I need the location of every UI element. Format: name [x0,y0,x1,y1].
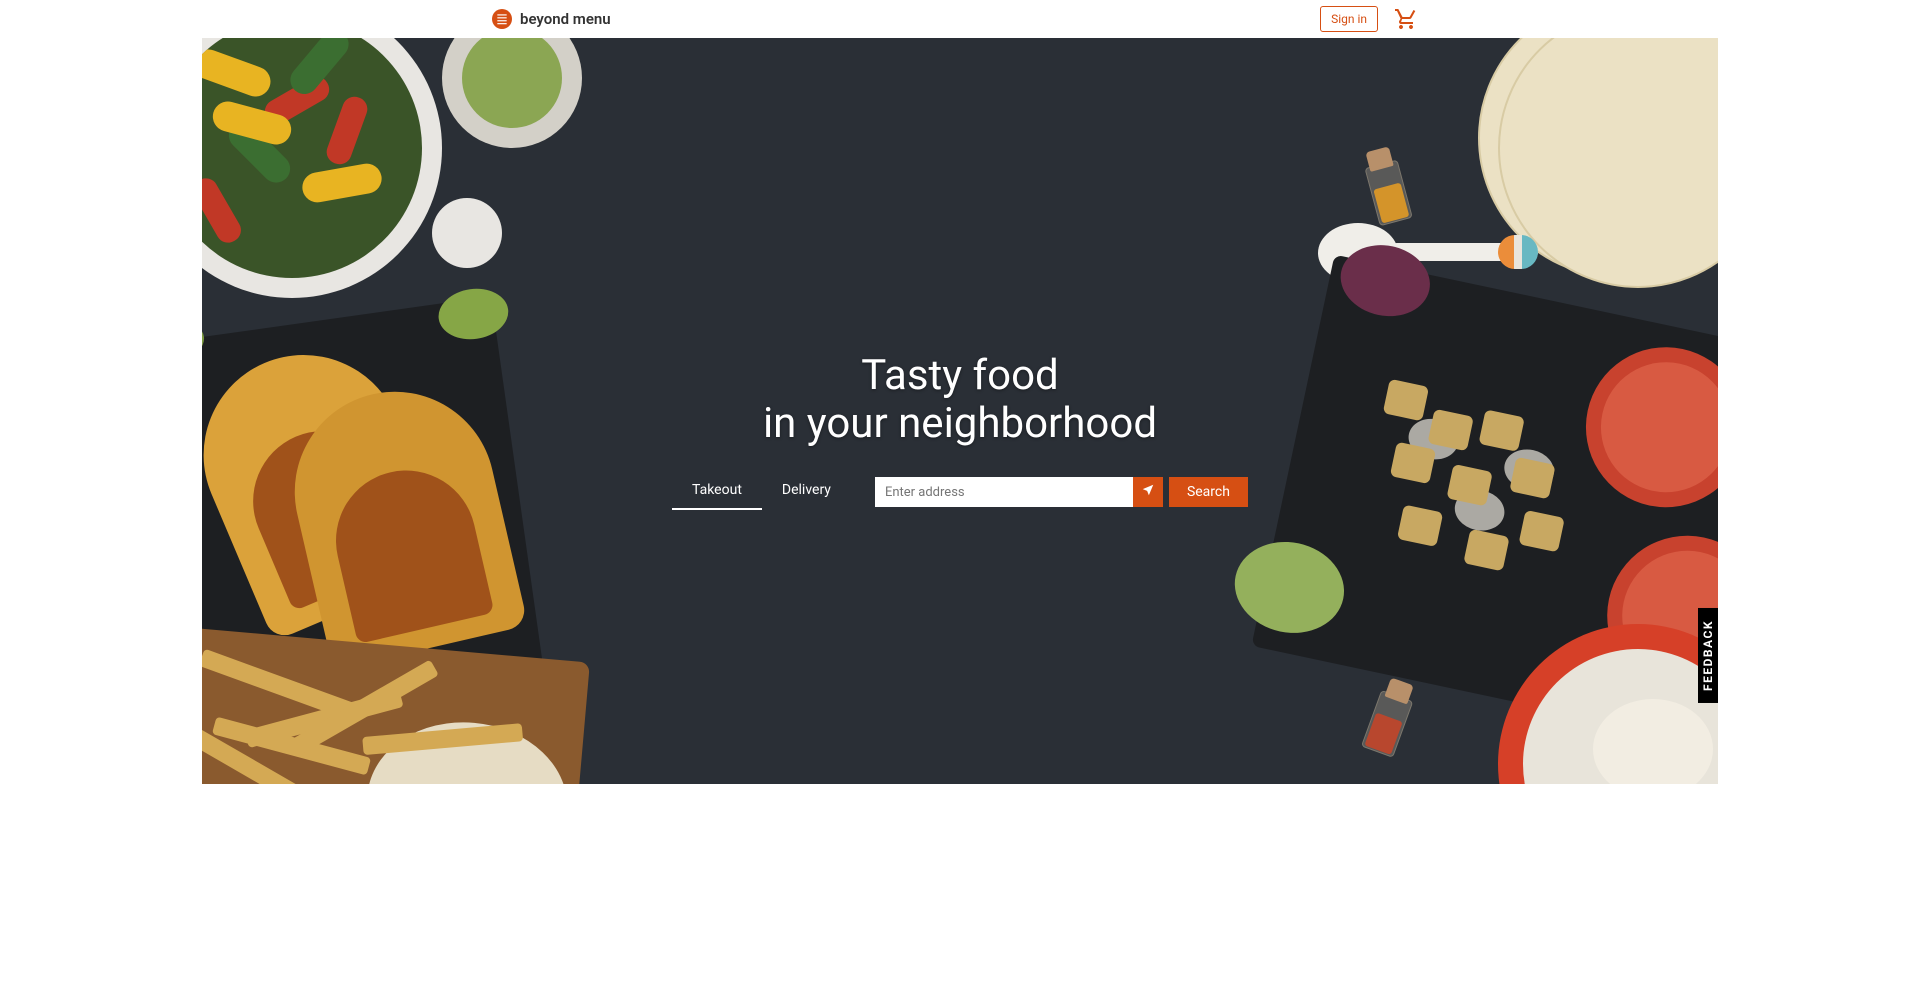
header-actions: Sign in [1320,6,1418,32]
locate-button[interactable] [1133,477,1163,507]
cart-icon[interactable] [1394,7,1418,31]
order-type-tabs: Takeout Delivery [672,474,851,510]
tab-delivery[interactable]: Delivery [762,474,851,510]
brand-logo[interactable]: beyond menu [492,9,611,29]
hero-title-line1: Tasty food [861,351,1059,400]
logo-icon [492,9,512,29]
site-header: beyond menu Sign in [202,0,1718,38]
signin-button[interactable]: Sign in [1320,6,1378,32]
hero-content: Tasty food in your neighborhood Takeout … [202,38,1718,784]
hero-title-line2: in your neighborhood [763,399,1157,448]
brand-name: beyond menu [520,10,611,28]
location-arrow-icon [1141,483,1155,501]
hero-title: Tasty food in your neighborhood [763,352,1157,449]
address-input[interactable] [875,477,1133,507]
search-button[interactable]: Search [1169,477,1248,507]
search-row: Takeout Delivery Search [672,474,1248,510]
tab-takeout[interactable]: Takeout [672,474,762,510]
feedback-tab[interactable]: FEEDBACK [1698,608,1718,703]
hero-section: Tasty food in your neighborhood Takeout … [202,38,1718,784]
